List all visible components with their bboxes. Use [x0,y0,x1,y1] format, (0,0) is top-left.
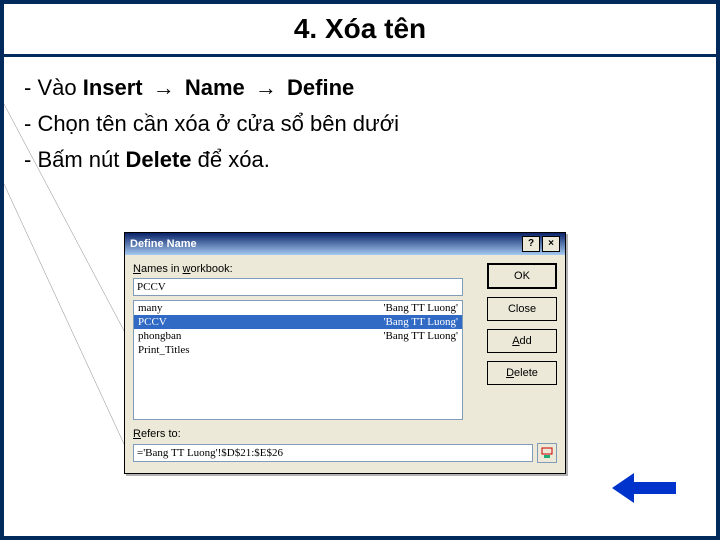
title-bar: 4. Xóa tên [4,4,716,57]
step3-suffix: để xóa. [192,147,270,172]
step3-prefix: - Bấm nút [24,147,125,172]
menu-define: Define [287,75,354,100]
slide-title: 4. Xóa tên [294,13,426,45]
name-input[interactable] [133,278,463,296]
dialog-title-text: Define Name [130,238,197,250]
list-item[interactable]: Print_Titles [134,343,462,357]
content-area: - Vào Insert → Name → Define - Chọn tên … [4,57,716,191]
slide: 4. Xóa tên - Vào Insert → Name → Define … [0,0,720,540]
prev-arrow-icon[interactable] [612,473,676,508]
delete-keyword: Delete [125,147,191,172]
names-label: Names in workbook: [133,263,475,275]
arrow-icon: → [255,75,277,100]
menu-insert: Insert [83,75,143,100]
refers-label: Refers to: [133,428,557,440]
menu-name: Name [185,75,245,100]
help-button[interactable]: ? [522,236,540,252]
step1-prefix: - Vào [24,75,83,100]
define-name-dialog: Define Name ? × Names in workbook: many'… [124,232,566,474]
range-picker-button[interactable] [537,443,557,463]
refers-input[interactable] [133,444,533,462]
step-3: - Bấm nút Delete để xóa. [24,147,696,173]
add-button[interactable]: Add [487,329,557,353]
step-1: - Vào Insert → Name → Define [24,75,696,101]
list-item[interactable]: PCCV'Bang TT Luong' [134,315,462,329]
dialog-titlebar: Define Name ? × [125,233,565,255]
ok-button[interactable]: OK [487,263,557,289]
list-item[interactable]: phongban'Bang TT Luong' [134,329,462,343]
list-item[interactable]: many'Bang TT Luong' [134,301,462,315]
arrow-icon: → [153,75,175,100]
names-list[interactable]: many'Bang TT Luong' PCCV'Bang TT Luong' … [133,300,463,420]
close-icon[interactable]: × [542,236,560,252]
step-2: - Chọn tên cần xóa ở cửa sổ bên dưới [24,111,696,137]
close-button[interactable]: Close [487,297,557,321]
delete-button[interactable]: Delete [487,361,557,385]
